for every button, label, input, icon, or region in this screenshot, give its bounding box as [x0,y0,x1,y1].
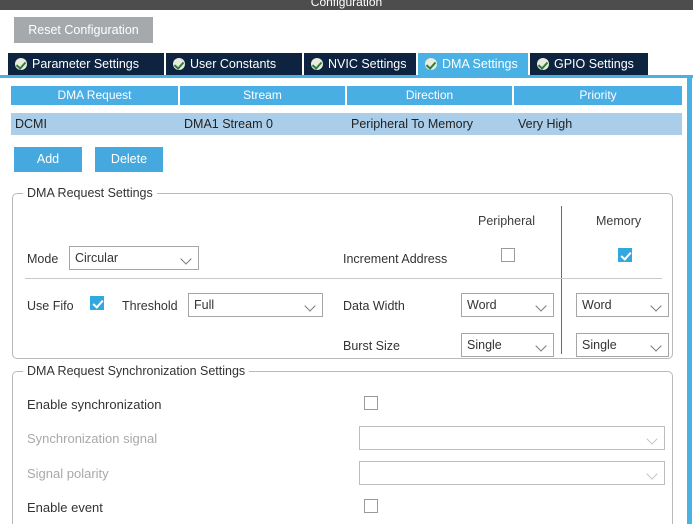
tab-gpio-settings[interactable]: GPIO Settings [530,53,648,75]
chevron-down-icon [652,302,661,311]
tab-label: Parameter Settings [32,57,139,71]
enable-synchronization-label: Enable synchronization [27,397,162,412]
column-header-direction[interactable]: Direction [347,86,514,105]
chevron-down-icon [652,342,661,351]
section-divider [25,278,662,279]
window-title: Configuration [310,0,383,9]
tab-parameter-settings[interactable]: Parameter Settings [8,53,164,75]
window-titlebar: Configuration [0,0,693,10]
chevron-down-icon [648,470,657,479]
mode-label: Mode [27,252,59,266]
synchronization-signal-select[interactable] [359,426,665,450]
chevron-down-icon [306,302,315,311]
tab-label: NVIC Settings [328,57,407,71]
mode-value: Circular [75,251,119,265]
tab-dma-settings[interactable]: DMA Settings [418,53,528,75]
enable-event-checkbox[interactable] [364,499,378,513]
cell-direction: Peripheral To Memory [351,117,474,131]
use-fifo-label: Use Fifo [27,299,74,313]
dma-table-header: DMA Request Stream Direction Priority [11,86,682,105]
increment-address-label: Increment Address [343,252,448,266]
dma-sync-settings-group: DMA Request Synchronization Settings Ena… [12,364,673,524]
chevron-down-icon [537,342,546,351]
synchronization-signal-label: Synchronization signal [27,431,158,446]
data-width-memory-select[interactable]: Word [576,293,669,317]
signal-polarity-value [365,462,642,484]
memory-column-header: Memory [596,214,642,228]
increment-address-memory-checkbox[interactable] [618,248,632,262]
chevron-down-icon [537,302,546,311]
threshold-value: Full [194,298,215,312]
burst-size-label: Burst Size [343,339,400,353]
tab-user-constants[interactable]: User Constants [166,53,302,75]
add-button[interactable]: Add [14,147,82,172]
check-circle-icon [15,58,27,70]
increment-address-peripheral-checkbox[interactable] [501,248,515,262]
burst-size-memory-select[interactable]: Single [576,333,669,357]
configuration-window: Configuration Reset Configuration Parame… [0,0,693,524]
mode-select[interactable]: Circular [69,246,199,270]
data-width-peripheral-value: Word [467,298,497,312]
check-circle-icon [537,58,549,70]
tab-nvic-settings[interactable]: NVIC Settings [304,53,416,75]
scrollbar-thumb[interactable] [687,78,692,524]
check-circle-icon [425,58,437,70]
reset-configuration-button[interactable]: Reset Configuration [14,17,153,43]
peripheral-column-header: Peripheral [478,214,535,228]
check-circle-icon [311,58,323,70]
data-width-peripheral-select[interactable]: Word [461,293,554,317]
check-circle-icon [173,58,185,70]
vertical-scrollbar[interactable] [686,78,693,524]
cell-priority: Very High [518,117,573,131]
column-header-dma-request[interactable]: DMA Request [11,86,180,105]
signal-polarity-select[interactable] [359,461,665,485]
enable-synchronization-checkbox[interactable] [364,396,378,410]
chevron-down-icon [648,435,657,444]
threshold-label: Threshold [122,299,178,313]
burst-size-peripheral-select[interactable]: Single [461,333,554,357]
delete-button[interactable]: Delete [95,147,163,172]
synchronization-signal-value [365,427,642,449]
settings-tabstrip: Parameter Settings User Constants NVIC S… [0,53,693,78]
burst-size-memory-value: Single [582,338,617,352]
dma-request-settings-title: DMA Request Settings [23,186,157,200]
enable-event-label: Enable event [27,500,103,515]
cell-stream: DMA1 Stream 0 [184,117,273,131]
column-header-priority[interactable]: Priority [514,86,682,105]
data-width-label: Data Width [343,299,405,313]
tab-label: DMA Settings [442,57,518,71]
signal-polarity-label: Signal polarity [27,466,109,481]
threshold-select[interactable]: Full [188,293,323,317]
column-header-stream[interactable]: Stream [180,86,347,105]
tab-label: User Constants [190,57,277,71]
column-divider [561,206,562,354]
data-width-memory-value: Word [582,298,612,312]
cell-dma-request: DCMI [15,117,47,131]
tab-label: GPIO Settings [554,57,634,71]
table-row[interactable]: DCMI DMA1 Stream 0 Peripheral To Memory … [11,113,682,135]
dma-request-settings-group: DMA Request Settings Peripheral Memory M… [12,186,673,359]
chevron-down-icon [182,255,191,264]
use-fifo-checkbox[interactable] [90,296,104,310]
burst-size-peripheral-value: Single [467,338,502,352]
dma-sync-settings-title: DMA Request Synchronization Settings [23,364,250,378]
